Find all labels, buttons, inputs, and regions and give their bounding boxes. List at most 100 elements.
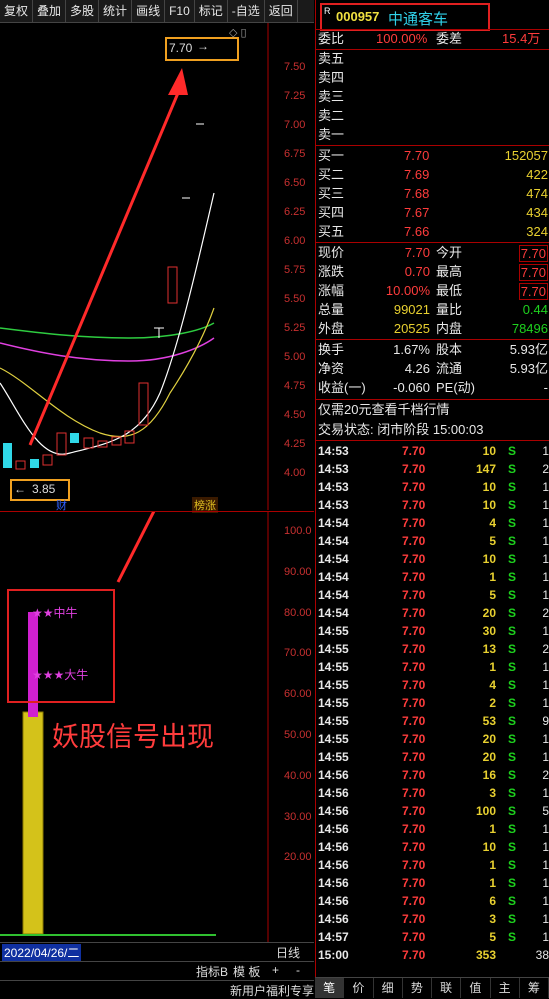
bottom-tab-0[interactable]: 笔 [315, 978, 345, 998]
promo-bar[interactable]: 新用户福利专享 [0, 980, 314, 998]
window-icons[interactable]: ◇ ▯ [229, 26, 247, 39]
template-button[interactable]: 模 板 [233, 963, 260, 980]
tick-price: 7.70 [402, 642, 426, 656]
sell-label: 卖五 [318, 51, 345, 66]
index-button[interactable]: 指标B [196, 963, 228, 980]
toolbar-btn-7[interactable]: -自选 [228, 0, 265, 22]
candle [167, 266, 178, 304]
tick-row: 14:53 7.70 10 S 1 [316, 478, 549, 496]
toolbar-btn-1[interactable]: 叠加 [33, 0, 67, 22]
tick-row: 14:56 7.70 1 S 1 [316, 820, 549, 838]
toolbar-btn-0[interactable]: 复权 [0, 0, 34, 22]
tick-count: 1 [542, 678, 549, 692]
tick-time: 14:56 [318, 786, 349, 800]
toolbar-btn-5[interactable]: F10 [165, 0, 195, 22]
stock-code: 000957 [336, 9, 380, 24]
zoom-out-button[interactable]: - [296, 963, 300, 977]
buy-price: 7.68 [404, 186, 430, 201]
tick-volume: 1 [489, 858, 496, 872]
tick-price: 7.70 [402, 534, 426, 548]
tick-side: S [508, 750, 517, 764]
candles [3, 123, 204, 470]
candle [42, 454, 53, 466]
ma-magenta [0, 337, 215, 362]
tick-time: 14:55 [318, 642, 349, 656]
sell-label: 卖三 [318, 89, 345, 104]
bottom-tab-1[interactable]: 价 [344, 978, 374, 998]
tick-count: 1 [542, 480, 549, 494]
bottom-tab-6[interactable]: 主 [491, 978, 520, 998]
tick-side: S [508, 732, 517, 746]
period-label[interactable]: 日线 [276, 944, 300, 961]
tick-price: 7.70 [402, 480, 426, 494]
bottom-tab-7[interactable]: 筹 [520, 978, 549, 998]
tick-count: 1 [542, 840, 549, 854]
tick-volume: 53 [482, 714, 496, 728]
tick-count: 1 [542, 498, 549, 512]
toolbar-btn-3[interactable]: 统计 [99, 0, 133, 22]
tick-count: 9 [542, 714, 549, 728]
tick-price: 7.70 [402, 660, 426, 674]
fin-row: 换手 1.67% 股本 5.93亿 [316, 341, 549, 359]
toolbar-btn-2[interactable]: 多股 [66, 0, 100, 22]
tick-row: 14:55 7.70 4 S 1 [316, 676, 549, 694]
tick-row: 14:56 7.70 100 S 5 [316, 802, 549, 820]
tick-volume: 6 [489, 894, 496, 908]
tick-side: S [508, 912, 517, 926]
tick-price: 7.70 [402, 894, 426, 908]
tick-volume: 20 [482, 750, 496, 764]
stat-row: 现价 7.70 今开 7.70 [316, 244, 549, 262]
tick-price: 7.70 [402, 714, 426, 728]
buy-label: 买四 [318, 205, 345, 220]
bottom-tab-2[interactable]: 细 [374, 978, 403, 998]
tick-row: 14:54 7.70 4 S 1 [316, 514, 549, 532]
kline-chart[interactable]: 7.70 → ← 3.85 财 榜涨 ◇ ▯ [0, 23, 314, 513]
tick-side: S [508, 480, 517, 494]
index-bar: 指标B 模 板 + - [0, 961, 314, 980]
tick-side: S [508, 552, 517, 566]
toolbar-btn-8[interactable]: 返回 [265, 0, 298, 22]
tick-time: 14:56 [318, 804, 349, 818]
stock-header[interactable]: R 000957 中通客车 [320, 3, 490, 31]
sell-label: 卖四 [318, 70, 345, 85]
toolbar-btn-6[interactable]: 标记 [195, 0, 228, 22]
tick-price: 7.70 [402, 606, 426, 620]
tick-time: 14:54 [318, 516, 349, 530]
zoom-in-button[interactable]: + [272, 963, 279, 977]
promo-text[interactable]: 新用户福利专享 [230, 982, 314, 999]
fin-label: 流通 [436, 361, 463, 376]
stat-row: 外盘 20525 内盘 78496 [316, 320, 549, 338]
tick-side: S [508, 804, 517, 818]
bottom-tab-3[interactable]: 势 [403, 978, 432, 998]
tick-row: 14:55 7.70 13 S 2 [316, 640, 549, 658]
tick-time: 14:55 [318, 714, 349, 728]
weibi-label: 委比 [318, 31, 345, 46]
bottom-tab-5[interactable]: 值 [461, 978, 491, 998]
tick-price: 7.70 [402, 822, 426, 836]
tick-volume: 10 [482, 498, 496, 512]
level2-promo[interactable]: 仅需20元查看千档行情 [318, 401, 449, 419]
signal-annotation: 妖股信号出现 [52, 722, 214, 752]
tick-side: S [508, 534, 517, 548]
toolbar-btn-4[interactable]: 画线 [132, 0, 166, 22]
trade-state-row: 交易状态: 闭市阶段 15:00:03 [316, 421, 549, 439]
tick-price: 7.70 [402, 516, 426, 530]
fin-label: PE(动) [436, 380, 476, 395]
stat-value: 10.00% [385, 283, 430, 298]
tick-volume: 5 [489, 588, 496, 602]
tick-price: 7.70 [402, 624, 426, 638]
tick-row: 14:53 7.70 10 S 1 [316, 496, 549, 514]
sell-label: 卖一 [318, 127, 345, 142]
tick-count: 1 [542, 732, 549, 746]
tick-count: 38 [535, 948, 549, 962]
label-mid-bull: ★★中牛 [32, 606, 78, 620]
fin-label: 净资 [318, 361, 345, 376]
tick-price: 7.70 [402, 588, 426, 602]
buy-price: 7.67 [404, 205, 430, 220]
tick-time: 14:55 [318, 624, 349, 638]
promo-row[interactable]: 仅需20元查看千档行情 [316, 401, 549, 419]
fin-value: 5.93亿 [509, 361, 548, 376]
bottom-tab-4[interactable]: 联 [432, 978, 462, 998]
stat-value: 7.70 [518, 264, 548, 281]
tick-price: 7.70 [402, 444, 426, 458]
